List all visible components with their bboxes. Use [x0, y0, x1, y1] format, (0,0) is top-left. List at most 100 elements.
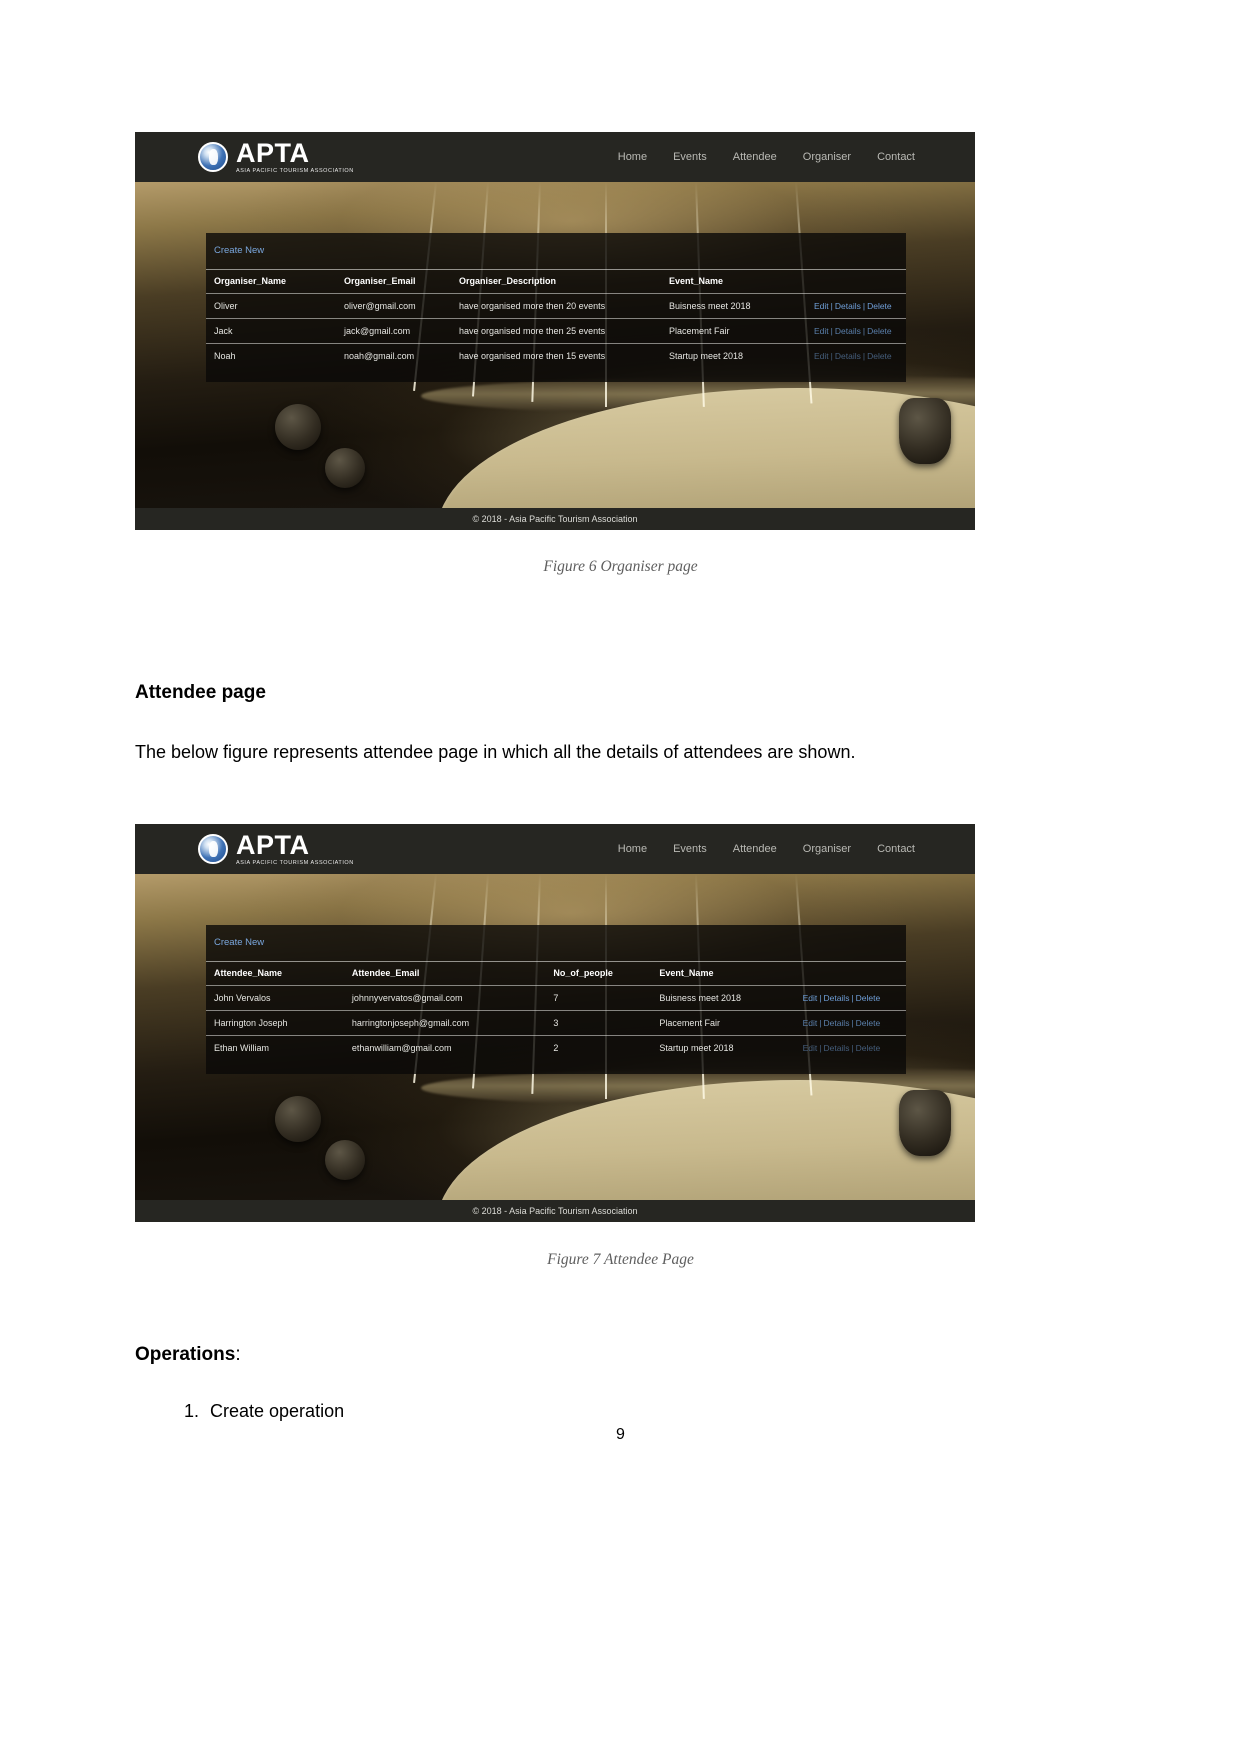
cell-attendee-name: Harrington Joseph — [206, 1010, 344, 1036]
cell-attendee-email: ethanwilliam@gmail.com — [343, 1035, 546, 1060]
heading-attendee-page: Attendee page — [135, 682, 266, 703]
site-hero: Create New Attendee_Name Attendee_Email … — [135, 874, 975, 1200]
operations-list: Create operation — [168, 1396, 344, 1426]
column-header-actions — [806, 269, 906, 294]
create-new-link[interactable]: Create New — [214, 937, 906, 948]
organiser-table: Organiser_Name Organiser_Email Organiser… — [206, 269, 906, 368]
table-row: Harrington Joseph harringtonjoseph@gmail… — [206, 1010, 906, 1036]
cell-event-name: Buisness meet 2018 — [661, 293, 806, 319]
edit-link[interactable]: Edit — [814, 351, 829, 361]
cell-attendee-email: johnnyvervatos@gmail.com — [343, 985, 546, 1011]
action-separator: | — [851, 993, 854, 1003]
details-link[interactable]: Details — [835, 326, 861, 336]
nav-item-organiser[interactable]: Organiser — [803, 151, 851, 163]
delete-link[interactable]: Delete — [867, 301, 892, 311]
delete-link[interactable]: Delete — [867, 326, 892, 336]
column-header-actions — [794, 961, 906, 986]
nav-item-organiser[interactable]: Organiser — [803, 843, 851, 855]
edit-link[interactable]: Edit — [803, 993, 818, 1003]
brand-text: APTA ASIA PACIFIC TOURISM ASSOCIATION — [236, 137, 354, 175]
cell-no-of-people: 3 — [545, 1010, 652, 1036]
action-separator: | — [819, 1018, 822, 1028]
hero-photo-knob — [325, 1140, 365, 1180]
action-separator: | — [830, 326, 833, 336]
cell-row-actions: Edit | Details | Delete — [794, 985, 906, 1011]
action-separator: | — [862, 301, 866, 311]
cell-organiser-name: Jack — [206, 318, 336, 344]
brand[interactable]: APTA ASIA PACIFIC TOURISM ASSOCIATION — [198, 137, 354, 175]
delete-link[interactable]: Delete — [856, 1018, 881, 1028]
cell-event-name: Startup meet 2018 — [651, 1035, 795, 1060]
nav-item-events[interactable]: Events — [673, 843, 707, 855]
cell-organiser-name: Oliver — [206, 293, 336, 319]
nav-item-events[interactable]: Events — [673, 151, 707, 163]
cell-attendee-name: Ethan William — [206, 1035, 344, 1060]
nav-item-home[interactable]: Home — [618, 151, 647, 163]
details-link[interactable]: Details — [835, 351, 861, 361]
edit-link[interactable]: Edit — [814, 301, 829, 311]
site-footer: © 2018 - Asia Pacific Tourism Associatio… — [135, 1200, 975, 1222]
brand-name: APTA — [236, 137, 310, 168]
details-link[interactable]: Details — [823, 1043, 849, 1053]
column-header-organiser-description: Organiser_Description — [451, 269, 661, 294]
cell-event-name: Placement Fair — [651, 1010, 795, 1036]
figure-caption-7: Figure 7 Attendee Page — [547, 1251, 694, 1268]
cell-organiser-name: Noah — [206, 343, 336, 368]
cell-organiser-email: jack@gmail.com — [336, 318, 451, 344]
column-header-organiser-name: Organiser_Name — [206, 269, 336, 294]
column-header-organiser-email: Organiser_Email — [336, 269, 451, 294]
cell-row-actions: Edit | Details | Delete — [806, 318, 906, 344]
cell-row-actions: Edit | Details | Delete — [806, 293, 906, 319]
nav-item-home[interactable]: Home — [618, 843, 647, 855]
site-header: APTA ASIA PACIFIC TOURISM ASSOCIATION Ho… — [135, 132, 975, 182]
heading-operations-text: Operations — [135, 1344, 236, 1365]
cell-event-name: Startup meet 2018 — [661, 343, 806, 368]
table-row: Oliver oliver@gmail.com have organised m… — [206, 293, 906, 319]
details-link[interactable]: Details — [835, 301, 861, 311]
delete-link[interactable]: Delete — [856, 1043, 881, 1053]
delete-link[interactable]: Delete — [867, 351, 892, 361]
edit-link[interactable]: Edit — [803, 1018, 818, 1028]
hero-photo-knob — [899, 1090, 951, 1156]
details-link[interactable]: Details — [823, 993, 849, 1003]
cell-organiser-description: have organised more then 20 events — [451, 293, 661, 319]
heading-operations-colon: : — [235, 1344, 241, 1365]
column-header-event-name: Event_Name — [651, 961, 795, 986]
site-hero: Create New Organiser_Name Organiser_Emai… — [135, 182, 975, 508]
heading-operations: Operations: — [135, 1344, 241, 1366]
hero-photo-knob — [275, 404, 321, 450]
details-link[interactable]: Details — [823, 1018, 849, 1028]
brand[interactable]: APTA ASIA PACIFIC TOURISM ASSOCIATION — [198, 829, 354, 867]
cell-no-of-people: 7 — [545, 985, 652, 1011]
edit-link[interactable]: Edit — [803, 1043, 818, 1053]
nav-item-attendee[interactable]: Attendee — [733, 843, 777, 855]
site-footer: © 2018 - Asia Pacific Tourism Associatio… — [135, 508, 975, 530]
cell-attendee-email: harringtonjoseph@gmail.com — [343, 1010, 546, 1036]
action-separator: | — [819, 993, 822, 1003]
document-page: APTA ASIA PACIFIC TOURISM ASSOCIATION Ho… — [0, 0, 1241, 1754]
column-header-event-name: Event_Name — [661, 269, 806, 294]
column-header-attendee-name: Attendee_Name — [206, 961, 344, 986]
organiser-data-panel: Create New Organiser_Name Organiser_Emai… — [206, 233, 906, 382]
column-header-no-of-people: No_of_people — [545, 961, 652, 986]
delete-link[interactable]: Delete — [856, 993, 881, 1003]
nav-item-contact[interactable]: Contact — [877, 151, 915, 163]
cell-organiser-email: noah@gmail.com — [336, 343, 451, 368]
action-separator: | — [819, 1043, 822, 1053]
action-separator: | — [830, 351, 833, 361]
cell-no-of-people: 2 — [545, 1035, 652, 1060]
brand-tagline: ASIA PACIFIC TOURISM ASSOCIATION — [236, 859, 354, 866]
edit-link[interactable]: Edit — [814, 326, 829, 336]
hero-photo-knob — [899, 398, 951, 464]
table-header-row: Organiser_Name Organiser_Email Organiser… — [206, 269, 906, 294]
globe-figure-icon — [198, 834, 228, 864]
action-separator: | — [862, 351, 866, 361]
cell-row-actions: Edit | Details | Delete — [794, 1035, 906, 1060]
create-new-link[interactable]: Create New — [214, 245, 906, 256]
brand-name: APTA — [236, 829, 310, 860]
figure-attendee-page: APTA ASIA PACIFIC TOURISM ASSOCIATION Ho… — [135, 824, 975, 1222]
nav-item-attendee[interactable]: Attendee — [733, 151, 777, 163]
nav-item-contact[interactable]: Contact — [877, 843, 915, 855]
hero-photo-knob — [325, 448, 365, 488]
cell-event-name: Placement Fair — [661, 318, 806, 344]
